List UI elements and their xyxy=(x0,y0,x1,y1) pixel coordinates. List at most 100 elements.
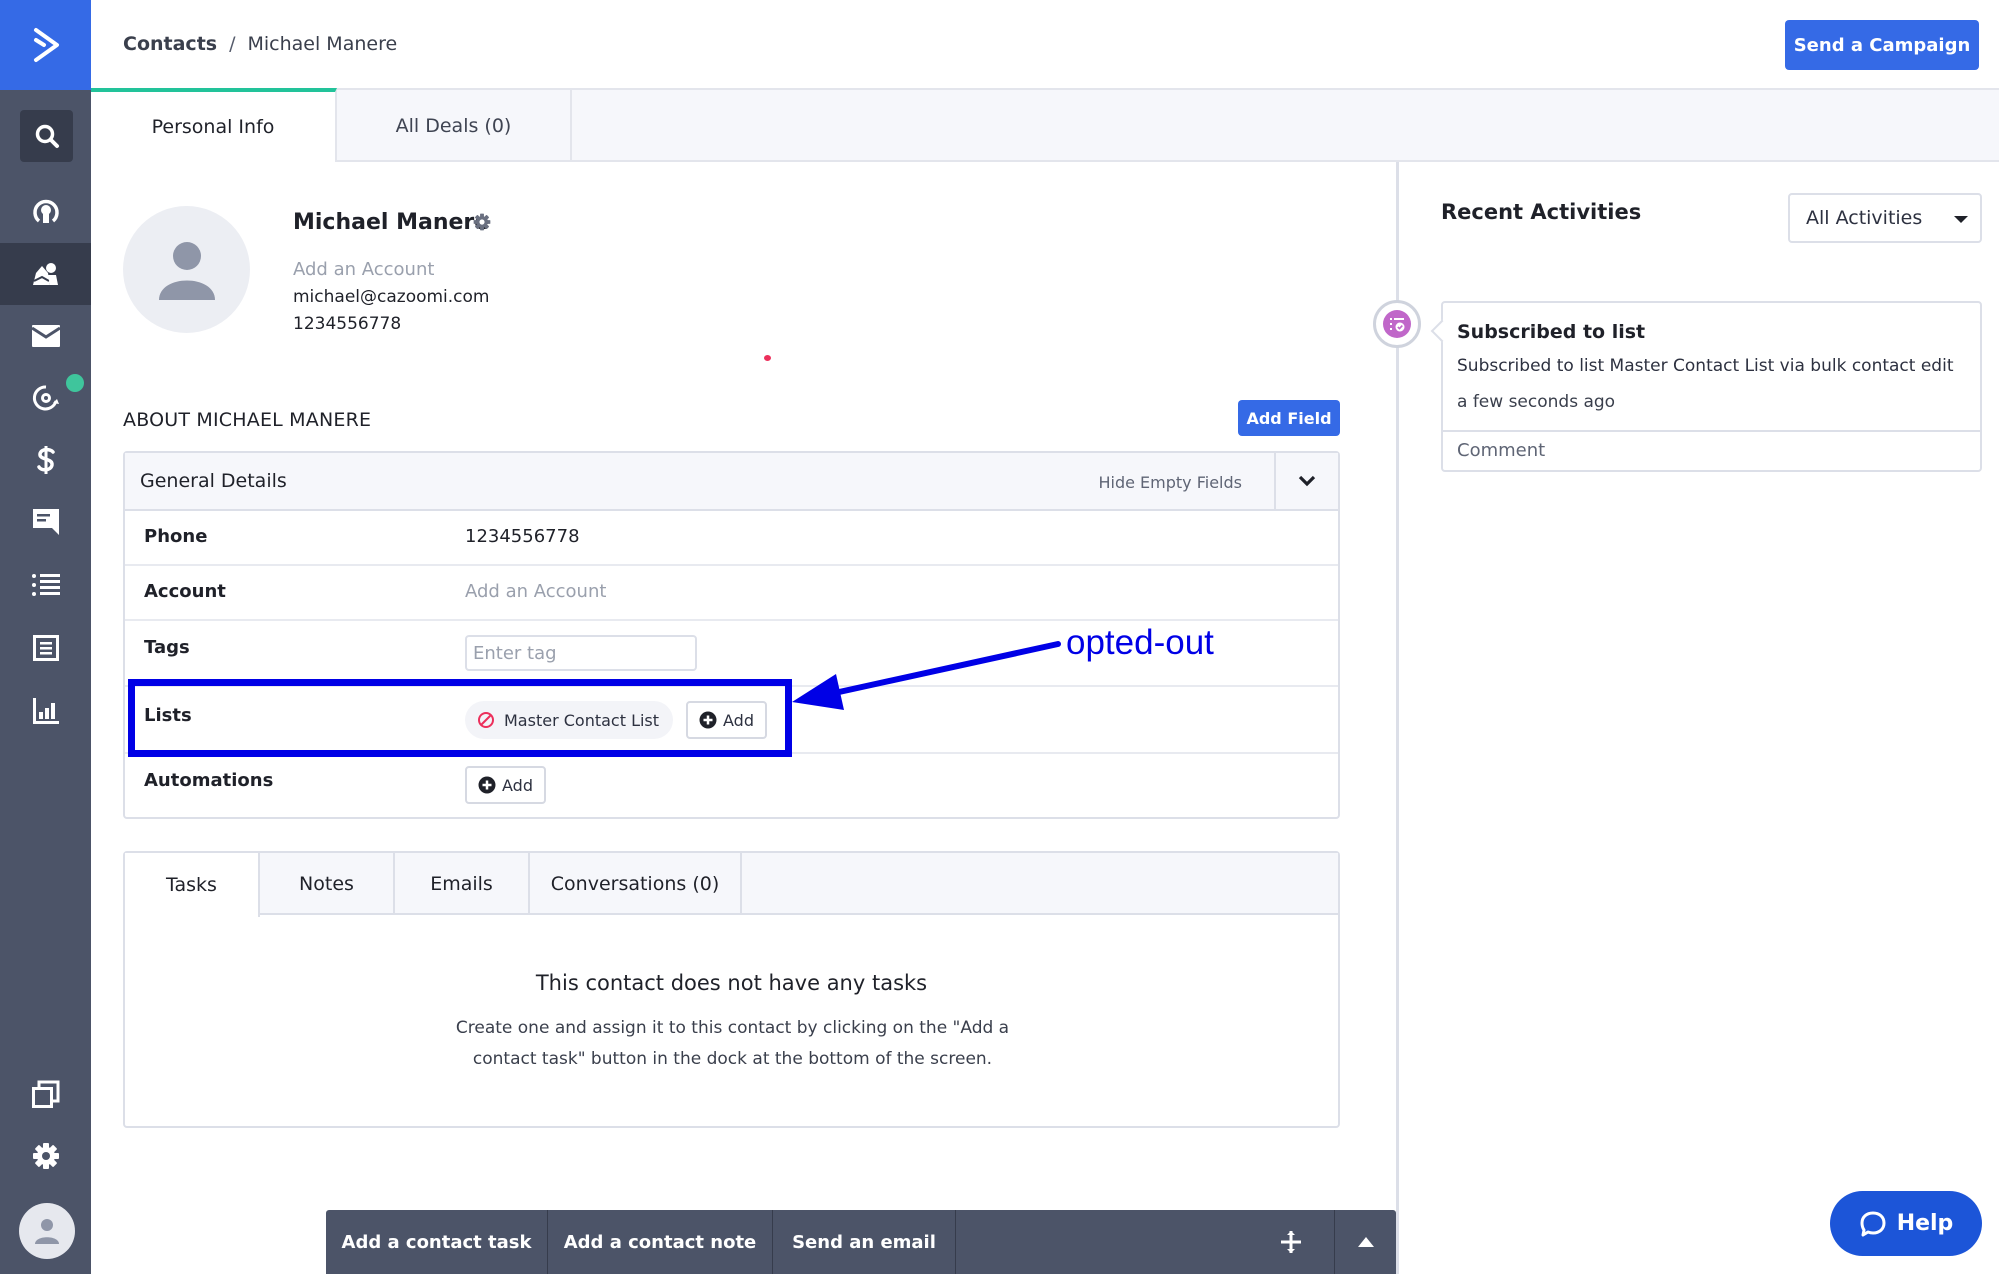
sidebar-item-search[interactable] xyxy=(20,110,73,162)
activity-tabs-header: Tasks Notes Emails Conversations (0) xyxy=(125,853,1338,917)
add-automation-button[interactable]: Add xyxy=(465,766,546,804)
recent-activities-title: Recent Activities xyxy=(1441,200,1642,224)
target-icon xyxy=(32,199,59,223)
card-pointer xyxy=(1430,319,1454,343)
sidebar xyxy=(0,0,91,1274)
activity-filter-dropdown[interactable]: All Activities xyxy=(1788,193,1982,243)
tag-input[interactable] xyxy=(465,635,697,671)
dock-expand-button[interactable] xyxy=(1334,1210,1396,1274)
comment-input[interactable]: Comment xyxy=(1443,430,1980,472)
logo[interactable] xyxy=(0,0,91,90)
field-label: Tags xyxy=(144,637,190,658)
activity-tabs-panel: Tasks Notes Emails Conversations (0) Thi… xyxy=(123,851,1340,1128)
user-avatar[interactable] xyxy=(19,1203,75,1259)
dock-drag-handle[interactable] xyxy=(1266,1210,1316,1274)
activity-card: Subscribed to list Subscribed to list Ma… xyxy=(1430,301,1982,472)
add-contact-task-button[interactable]: Add a contact task xyxy=(326,1210,548,1274)
contact-avatar[interactable] xyxy=(123,206,250,333)
tab-emails[interactable]: Emails xyxy=(395,853,530,915)
sidebar-item-pages[interactable] xyxy=(0,1063,91,1125)
tab-tasks[interactable]: Tasks xyxy=(125,853,260,917)
field-value-phone[interactable]: 1234556778 xyxy=(465,526,580,547)
help-label: Help xyxy=(1896,1211,1954,1236)
pages-icon xyxy=(31,1080,59,1108)
activity-filter-value: All Activities xyxy=(1806,207,1923,229)
automation-icon xyxy=(32,385,59,411)
add-contact-note-button[interactable]: Add a contact note xyxy=(548,1210,773,1274)
breadcrumb: Contacts / Michael Manere xyxy=(123,33,397,55)
sidebar-item-conversations[interactable] xyxy=(0,491,91,553)
cursor-dot xyxy=(764,355,771,361)
notification-dot xyxy=(66,374,84,392)
action-dock: Add a contact task Add a contact note Se… xyxy=(326,1210,1396,1274)
sidebar-item-campaigns[interactable] xyxy=(0,305,91,367)
tab-personal-info[interactable]: Personal Info xyxy=(91,88,337,162)
field-label: Account xyxy=(144,581,226,602)
field-label: Phone xyxy=(144,526,208,547)
sidebar-item-reports[interactable] xyxy=(0,680,91,742)
tab-conversations[interactable]: Conversations (0) xyxy=(530,853,742,915)
contact-email: michael@cazoomi.com xyxy=(293,287,490,307)
timeline-node xyxy=(1373,300,1421,348)
list-subscribed-icon xyxy=(1390,318,1405,332)
general-details-title: General Details xyxy=(140,470,287,492)
activity-timestamp: a few seconds ago xyxy=(1457,392,1616,412)
search-icon xyxy=(35,124,59,148)
breadcrumb-separator: / xyxy=(229,33,236,55)
annotation-highlight-box xyxy=(128,679,792,757)
contact-name: Michael Manere xyxy=(293,210,490,235)
collapse-button[interactable] xyxy=(1274,453,1338,509)
person-icon xyxy=(158,241,215,300)
field-value-account[interactable]: Add an Account xyxy=(465,581,606,602)
dollar-icon xyxy=(36,446,55,474)
field-row-phone: Phone 1234556778 xyxy=(125,511,1338,566)
field-label: Automations xyxy=(144,770,274,791)
breadcrumb-contacts-link[interactable]: Contacts xyxy=(123,33,217,55)
user-avatar-icon xyxy=(35,1219,59,1244)
page-header: Contacts / Michael Manere Send a Campaign xyxy=(91,0,1999,90)
contacts-icon xyxy=(32,263,58,285)
sidebar-item-deals[interactable] xyxy=(0,429,91,491)
activecampaign-logo-icon xyxy=(33,28,59,62)
caret-up-icon xyxy=(1357,1237,1374,1247)
chart-icon xyxy=(32,698,59,724)
contact-tabs: Personal Info All Deals (0) xyxy=(91,88,1999,162)
field-row-account: Account Add an Account xyxy=(125,566,1338,621)
list-icon xyxy=(31,574,60,596)
sidebar-item-contacts[interactable] xyxy=(0,243,91,305)
empty-state-title: This contact does not have any tasks xyxy=(535,971,928,995)
caret-down-icon xyxy=(1954,216,1968,223)
gear-icon xyxy=(32,1143,59,1169)
send-campaign-button[interactable]: Send a Campaign xyxy=(1785,20,1979,70)
activity-title: Subscribed to list xyxy=(1457,321,1646,343)
annotation-label: opted-out xyxy=(1066,623,1214,662)
contact-settings-icon[interactable] xyxy=(473,213,491,235)
tab-all-deals[interactable]: All Deals (0) xyxy=(337,90,572,162)
move-icon xyxy=(1281,1231,1301,1253)
field-row-automations: Automations Add xyxy=(125,754,1338,817)
send-email-button[interactable]: Send an email xyxy=(773,1210,956,1274)
envelope-icon xyxy=(31,325,60,347)
breadcrumb-current: Michael Manere xyxy=(247,33,398,55)
chat-bubble-icon xyxy=(1860,1211,1886,1236)
form-icon xyxy=(32,635,59,661)
add-account-link[interactable]: Add an Account xyxy=(293,259,434,280)
chevron-down-icon xyxy=(1298,475,1316,487)
sidebar-item-settings[interactable] xyxy=(0,1125,91,1187)
add-field-button[interactable]: Add Field xyxy=(1238,400,1340,436)
empty-state-description: Create one and assign it to this contact… xyxy=(455,1018,1010,1069)
chat-icon xyxy=(32,509,59,535)
add-automation-label: Add xyxy=(502,775,533,795)
sidebar-item-lists[interactable] xyxy=(0,554,91,616)
help-button[interactable]: Help xyxy=(1830,1191,1982,1256)
about-heading: ABOUT MICHAEL MANERE xyxy=(123,409,372,431)
general-details-header: General Details Hide Empty Fields xyxy=(125,453,1338,511)
hide-empty-fields-toggle[interactable]: Hide Empty Fields xyxy=(1098,473,1242,492)
tab-notes[interactable]: Notes xyxy=(260,853,395,915)
activity-description: Subscribed to list Master Contact List v… xyxy=(1457,356,1954,376)
annotation-arrow xyxy=(792,641,1061,710)
plus-circle-icon xyxy=(478,776,496,794)
contact-phone: 1234556778 xyxy=(293,314,402,334)
sidebar-item-forms[interactable] xyxy=(0,617,91,679)
sidebar-item-dashboard[interactable] xyxy=(0,180,91,242)
